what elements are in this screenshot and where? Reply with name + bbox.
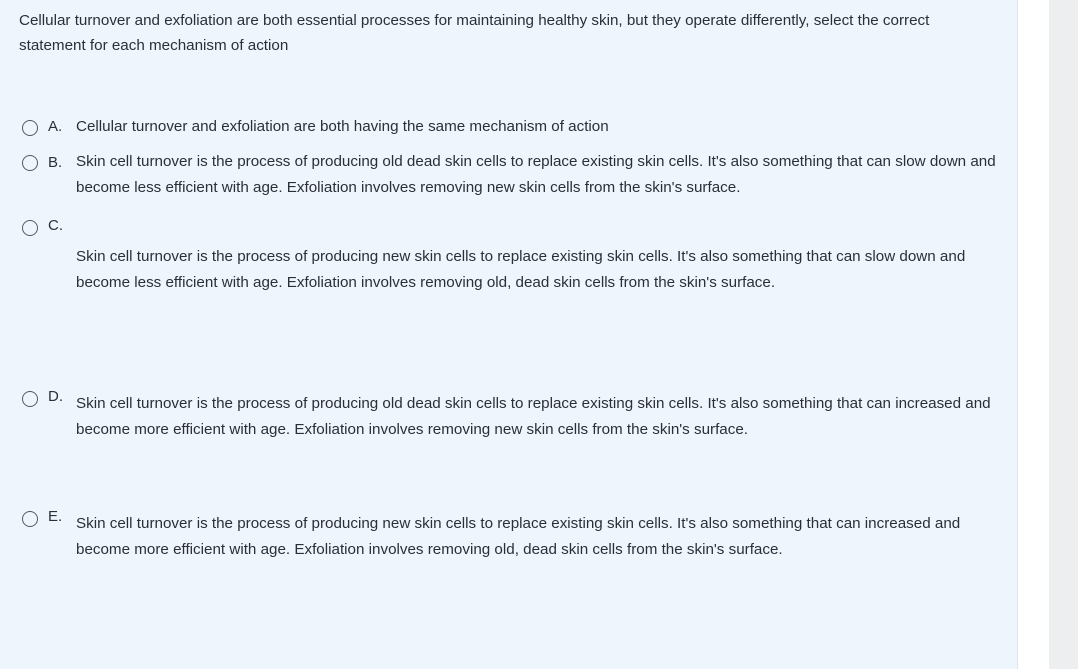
radio-button-e[interactable] [22, 511, 38, 527]
option-letter-b: B. [48, 154, 63, 171]
radio-button-a[interactable] [22, 120, 38, 136]
option-text-d: Skin cell turnover is the process of pro… [76, 395, 991, 438]
side-gap [1018, 0, 1049, 669]
question-text: Cellular turnover and exfoliation are bo… [19, 12, 930, 54]
option-letter-e: E. [48, 508, 63, 525]
scrollbar-track[interactable] [1049, 0, 1078, 669]
option-letter-d: D. [48, 388, 63, 405]
option-text-e: Skin cell turnover is the process of pro… [76, 515, 961, 558]
option-letter-a: A. [48, 118, 63, 135]
option-letter-c: C. [48, 217, 63, 234]
radio-button-d[interactable] [22, 391, 38, 407]
radio-button-c[interactable] [22, 220, 38, 236]
option-text-c: Skin cell turnover is the process of pro… [76, 248, 966, 291]
radio-button-b[interactable] [22, 155, 38, 171]
option-text-a: Cellular turnover and exfoliation are bo… [76, 118, 609, 135]
option-text-b: Skin cell turnover is the process of pro… [76, 153, 996, 196]
question-panel: Cellular turnover and exfoliation are bo… [0, 0, 1018, 669]
